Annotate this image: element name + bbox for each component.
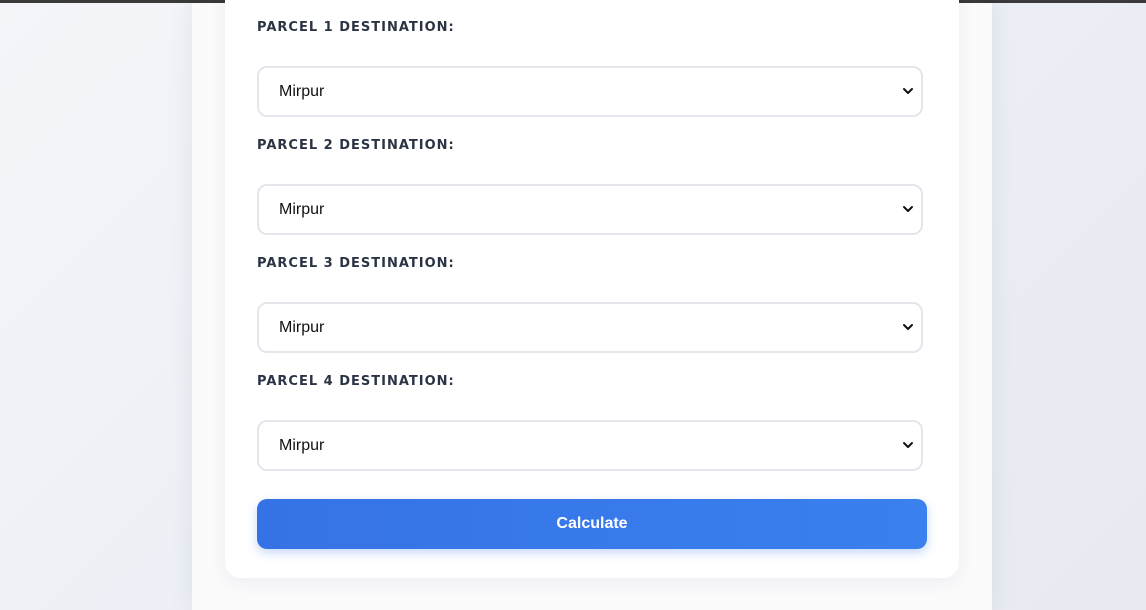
parcel-2-destination-select[interactable]: Mirpur bbox=[257, 184, 923, 235]
chevron-down-icon bbox=[903, 206, 913, 212]
parcel-1-destination-select[interactable]: Mirpur bbox=[257, 66, 923, 117]
parcel-4-selected-value: Mirpur bbox=[279, 437, 325, 454]
chevron-down-icon bbox=[903, 88, 913, 94]
parcel-form-card: PARCEL 1 DESTINATION: Mirpur PARCEL 2 DE… bbox=[225, 0, 959, 578]
page-container: PARCEL 1 DESTINATION: Mirpur PARCEL 2 DE… bbox=[192, 0, 992, 610]
parcel-4-label: PARCEL 4 DESTINATION: bbox=[257, 374, 455, 389]
chevron-down-icon bbox=[903, 324, 913, 330]
parcel-2-selected-value: Mirpur bbox=[279, 201, 325, 218]
parcel-2-label: PARCEL 2 DESTINATION: bbox=[257, 138, 455, 153]
parcel-4-destination-select[interactable]: Mirpur bbox=[257, 420, 923, 471]
calculate-button[interactable]: Calculate bbox=[257, 499, 927, 549]
parcel-3-label: PARCEL 3 DESTINATION: bbox=[257, 256, 455, 271]
parcel-3-selected-value: Mirpur bbox=[279, 319, 325, 336]
chevron-down-icon bbox=[903, 442, 913, 448]
parcel-1-label: PARCEL 1 DESTINATION: bbox=[257, 20, 455, 35]
parcel-1-selected-value: Mirpur bbox=[279, 83, 325, 100]
parcel-3-destination-select[interactable]: Mirpur bbox=[257, 302, 923, 353]
